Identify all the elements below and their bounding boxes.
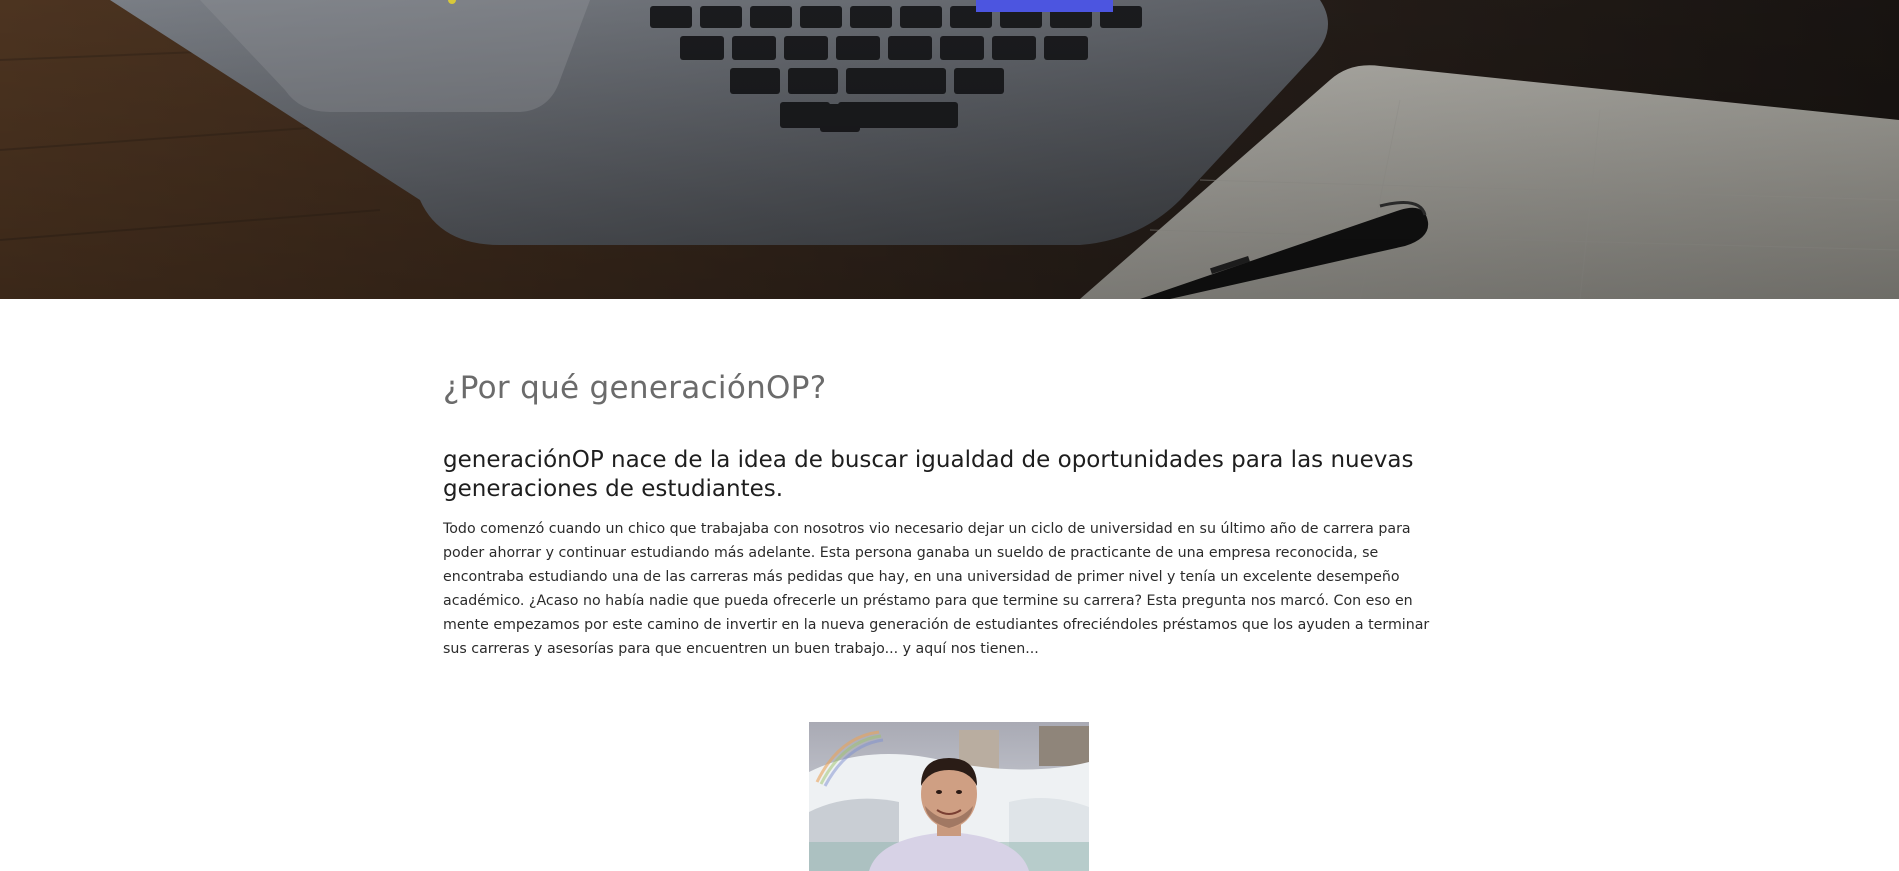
about-section: ¿Por qué generaciónOP? generaciónOP nace… [443,370,1447,661]
section-title: ¿Por qué generaciónOP? [443,370,827,406]
founder-photo [809,722,1089,871]
hero-banner [0,0,1899,299]
founder-portrait [809,722,1089,871]
hero-laptop-photo [0,0,1899,299]
section-body: Todo comenzó cuando un chico que trabaja… [443,521,1430,658]
nav-active-indicator[interactable] [976,0,1113,12]
section-lead: generaciónOP nace de la idea de buscar i… [443,447,1414,503]
